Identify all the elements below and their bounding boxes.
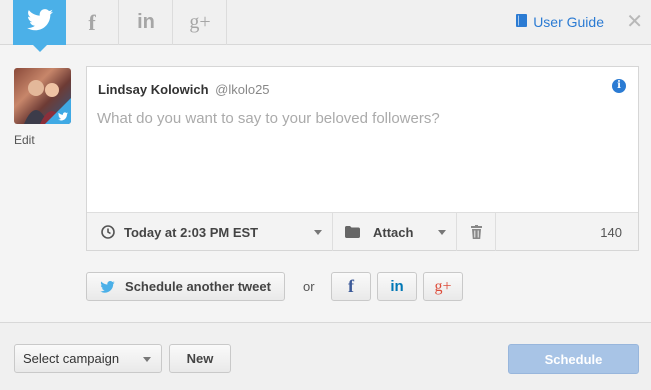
trash-icon [470, 225, 482, 239]
network-tab-bar: f in g+ User Guide ✕ [0, 0, 651, 52]
chevron-down-icon [143, 357, 151, 362]
tab-google-plus[interactable]: g+ [174, 0, 227, 45]
author-name: Lindsay Kolowich [98, 82, 209, 97]
add-linkedin-post-button[interactable]: in [377, 272, 417, 301]
schedule-time-dropdown[interactable]: Today at 2:03 PM EST [87, 213, 333, 251]
author-line: Lindsay Kolowich @lkolo25 [98, 82, 270, 97]
character-count: 140 [600, 224, 622, 240]
folder-icon [345, 226, 360, 238]
google-plus-icon: g+ [189, 11, 211, 33]
facebook-icon: f [348, 276, 354, 296]
new-campaign-button[interactable]: New [169, 344, 231, 373]
schedule-another-tweet-button[interactable]: Schedule another tweet [86, 272, 285, 301]
schedule-button[interactable]: Schedule [508, 344, 639, 374]
compose-toolbar: Today at 2:03 PM EST Attach 140 [87, 212, 638, 251]
add-facebook-post-button[interactable]: f [331, 272, 371, 301]
tab-twitter[interactable] [13, 0, 66, 52]
user-guide-label: User Guide [533, 14, 604, 30]
user-guide-link[interactable]: User Guide [516, 14, 604, 30]
facebook-icon: f [88, 9, 96, 35]
add-google-plus-post-button[interactable]: g+ [423, 272, 463, 301]
footer-bar: Select campaign New Schedule [0, 322, 651, 390]
twitter-bird-icon [100, 280, 115, 293]
avatar [14, 68, 71, 124]
campaign-select[interactable]: Select campaign [14, 344, 162, 373]
book-icon [516, 14, 528, 30]
close-icon[interactable]: ✕ [626, 10, 643, 32]
compose-box: Lindsay Kolowich @lkolo25 i Today at 2:0… [86, 66, 639, 251]
tab-facebook[interactable]: f [66, 0, 119, 45]
tab-linkedin[interactable]: in [120, 0, 173, 45]
twitter-bird-icon [26, 9, 53, 36]
attach-label: Attach [373, 224, 414, 240]
schedule-another-label: Schedule another tweet [125, 279, 271, 294]
or-separator: or [303, 279, 315, 294]
linkedin-icon: in [137, 11, 155, 33]
author-handle: @lkolo25 [215, 82, 270, 97]
edit-profile-link[interactable]: Edit [14, 133, 35, 147]
google-plus-icon: g+ [434, 277, 452, 295]
chevron-down-icon [438, 230, 446, 235]
tweet-message-input[interactable] [97, 110, 627, 205]
linkedin-icon: in [390, 278, 404, 295]
attach-dropdown[interactable]: Attach [333, 213, 457, 251]
clock-icon [101, 225, 115, 239]
schedule-time-value: Today at 2:03 PM EST [124, 224, 259, 240]
delete-button[interactable] [457, 213, 496, 251]
chevron-down-icon [314, 230, 322, 235]
info-icon[interactable]: i [612, 79, 626, 93]
campaign-select-value: Select campaign [23, 351, 120, 366]
